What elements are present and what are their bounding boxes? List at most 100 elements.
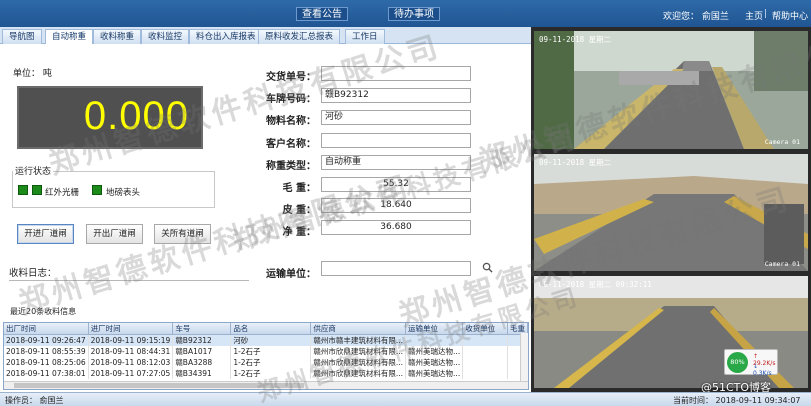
current-time-text: 当前时间： 2018-09-11 09:34:07 xyxy=(673,396,801,405)
camera-panel: 09-11-2018 星期二 Camera 01 09-11-2018 星期二 … xyxy=(531,27,811,392)
table-cell: 2018-09-11 08:44:31 xyxy=(88,346,174,357)
camera-3-timestamp: 09-11-2018 星期二 09:32:11 xyxy=(539,280,652,289)
table-cell: 2018-09-11 08:12:03 xyxy=(88,357,174,368)
camera-feed-2[interactable]: 09-11-2018 星期二 Camera 01 xyxy=(534,154,808,271)
help-center-link[interactable]: 帮助中心 xyxy=(772,9,808,22)
plate-field[interactable]: 赣B92312 xyxy=(321,88,471,103)
tab-workday[interactable]: 工作日 xyxy=(345,29,385,44)
table-cell: 赣州美瑞达物... xyxy=(405,357,464,368)
table-vertical-scrollbar[interactable] xyxy=(520,333,528,381)
weighing-panel: 单位： 吨 0.000 运行状态 红外光栅 地磅表头 开进厂道闸 开出厂道闸 关… xyxy=(0,44,531,392)
tab-warehouse-report[interactable]: 料仓出入库报表 xyxy=(189,29,263,44)
download-speed: ↓ 0.3K/s xyxy=(753,363,772,377)
table-cell: 2018-09-11 07:38:01 xyxy=(4,368,89,379)
home-link[interactable]: 主页 xyxy=(745,9,763,22)
camera-1-label: Camera 01 xyxy=(764,138,800,146)
unit-label: 单位： 吨 xyxy=(13,69,52,79)
table-row[interactable]: 2018-09-11 07:38:01 2018-09-11 07:27:05 … xyxy=(4,368,528,379)
table-cell: 赣州市欣鼎建筑材料有限... xyxy=(310,368,407,379)
net-weight-field[interactable]: 36.680 xyxy=(321,220,471,235)
network-usage-percent: 80% xyxy=(727,352,748,373)
tab-material-summary[interactable]: 原料收发汇总报表 xyxy=(258,29,341,44)
col-header-plate[interactable]: 车号 xyxy=(172,323,232,335)
table-cell: 赣州市欣鼎建筑材料有限... xyxy=(310,357,407,368)
weight-display-value: 0.000 xyxy=(83,94,189,138)
tab-navigation[interactable]: 导航图 xyxy=(2,29,42,44)
table-header-row: 出厂时间 进厂时间 车号 品名 供应商 运输单位 收货单位 毛重 xyxy=(4,323,528,335)
weigh-type-field[interactable]: 自动称重 xyxy=(321,155,471,170)
table-cell: 1-2石子 xyxy=(230,368,312,379)
table-cell: 赣B34391 xyxy=(172,368,232,379)
col-header-entry-time[interactable]: 进厂时间 xyxy=(88,323,174,335)
plate-label: 车牌号码： xyxy=(266,94,316,105)
table-cell: 2018-09-11 08:55:39 xyxy=(4,346,89,357)
customer-field[interactable] xyxy=(321,133,471,148)
scrollbar-thumb[interactable] xyxy=(14,383,304,388)
header-separator: | xyxy=(764,9,768,19)
table-cell: 赣州美瑞达物... xyxy=(405,368,464,379)
col-header-receiver[interactable]: 收货单位 xyxy=(462,323,508,335)
table-cell xyxy=(405,334,464,346)
net-weight-label: 净 重： xyxy=(282,227,316,238)
todo-items-button[interactable]: 待办事项 xyxy=(388,7,440,21)
view-notice-button[interactable]: 查看公告 xyxy=(296,7,348,21)
table-cell: 2018-09-11 07:27:05 xyxy=(88,368,174,379)
receiving-log-line xyxy=(9,280,249,281)
table-row[interactable]: 2018-09-11 08:55:39 2018-09-11 08:44:31 … xyxy=(4,346,528,357)
table-cell: 赣州市赣丰建筑材料有限... xyxy=(310,334,407,346)
col-header-product[interactable]: 品名 xyxy=(230,323,312,335)
recent-records-title: 最近20条收料信息 xyxy=(10,307,77,316)
tare-weight-field[interactable]: 18.640 xyxy=(321,198,471,213)
weigh-type-label: 称重类型： xyxy=(266,161,316,172)
carrier-field[interactable] xyxy=(321,261,471,276)
open-entry-gate-button[interactable]: 开进厂道闸 xyxy=(17,224,74,244)
table-cell xyxy=(462,334,508,346)
tab-receiving-weighing[interactable]: 收料称重 xyxy=(93,29,142,44)
weight-display: 0.000 xyxy=(17,86,203,149)
table-row[interactable]: 2018-09-11 09:26:47 2018-09-11 09:15:19 … xyxy=(4,334,528,346)
table-horizontal-scrollbar[interactable] xyxy=(4,381,528,389)
col-header-carrier[interactable]: 运输单位 xyxy=(405,323,464,335)
run-status-title: 运行状态 xyxy=(13,164,54,177)
tab-auto-weighing[interactable]: 自动称重 xyxy=(45,29,94,44)
camera-image-2 xyxy=(534,154,808,271)
col-header-supplier[interactable]: 供应商 xyxy=(310,323,407,335)
camera-2-timestamp: 09-11-2018 星期二 xyxy=(539,158,612,167)
delivery-no-label: 交货单号： xyxy=(266,72,316,83)
table-cell: 赣BA1017 xyxy=(172,346,232,357)
tare-weight-label: 皮 重： xyxy=(282,205,316,216)
infrared-grating-label: 红外光栅 xyxy=(45,188,80,198)
status-indicator-1b xyxy=(32,185,42,195)
top-header-bar: 查看公告 待办事项 欢迎您： 俞国兰 主页 | 帮助中心 xyxy=(0,0,811,27)
table-cell xyxy=(462,346,508,357)
scale-head-label: 地磅表头 xyxy=(106,188,141,198)
camera-1-timestamp: 09-11-2018 星期二 xyxy=(539,35,612,44)
table-cell: 赣BA3288 xyxy=(172,357,232,368)
table-cell: 1-2石子 xyxy=(230,346,312,357)
table-cell: 2018-09-11 08:25:06 xyxy=(4,357,89,368)
camera-feed-1[interactable]: 09-11-2018 星期二 Camera 01 xyxy=(534,31,808,149)
table-cell: 河砂 xyxy=(230,334,312,346)
gross-weight-label: 毛 重： xyxy=(282,183,316,194)
material-field[interactable]: 河砂 xyxy=(321,110,471,125)
table-cell: 赣B92312 xyxy=(172,334,232,346)
camera-image-1 xyxy=(534,31,808,149)
table-cell: 1-2石子 xyxy=(230,357,312,368)
gross-weight-field[interactable]: 55.32 xyxy=(321,177,471,192)
customer-label: 客户名称： xyxy=(266,139,316,150)
table-cell: 2018-09-11 09:26:47 xyxy=(4,334,89,346)
table-row[interactable]: 2018-09-11 08:25:06 2018-09-11 08:12:03 … xyxy=(4,357,528,368)
close-all-gates-button[interactable]: 关所有道闸 xyxy=(154,224,211,244)
col-header-exit-time[interactable]: 出厂时间 xyxy=(4,323,89,335)
status-indicator-2 xyxy=(92,185,102,195)
tab-receiving-monitor[interactable]: 收料监控 xyxy=(141,29,190,44)
open-exit-gate-button[interactable]: 开出厂道闸 xyxy=(86,224,143,244)
network-speed-widget[interactable]: 80% ↑ 29.2K/s ↓ 0.3K/s xyxy=(724,349,778,377)
material-label: 物料名称： xyxy=(266,116,316,127)
carrier-label: 运输单位： xyxy=(266,269,316,280)
welcome-user-text: 欢迎您： 俞国兰 xyxy=(663,12,729,22)
delivery-no-field[interactable] xyxy=(321,66,471,81)
status-indicator-1a xyxy=(18,185,28,195)
search-icon[interactable] xyxy=(482,262,493,273)
recent-records-table[interactable]: 出厂时间 进厂时间 车号 品名 供应商 运输单位 收货单位 毛重 2018-09… xyxy=(3,322,529,390)
